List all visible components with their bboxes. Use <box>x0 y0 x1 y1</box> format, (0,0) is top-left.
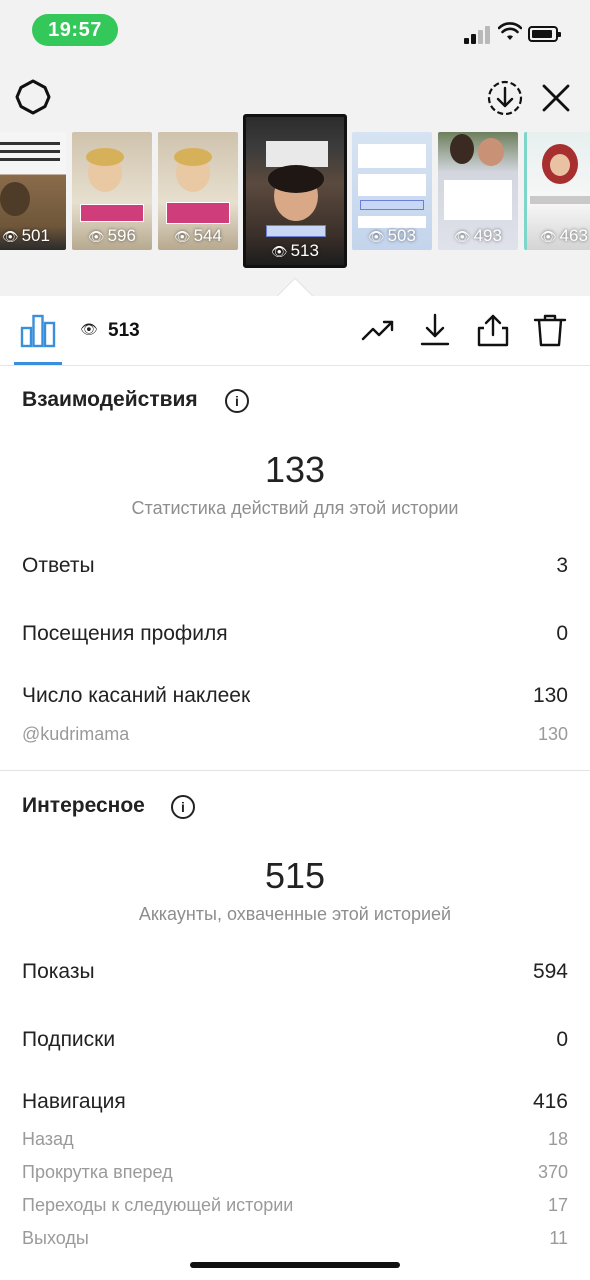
stat-label: @kudrimama <box>22 724 130 744</box>
story-view-count: 513 <box>290 241 319 260</box>
story-thumbnail[interactable]: 👁 501 <box>0 132 66 250</box>
stat-label: Выходы <box>22 1228 89 1248</box>
signal-icon <box>464 24 492 44</box>
stat-value: 11 <box>549 1228 568 1248</box>
stat-value: 594 <box>532 960 568 983</box>
battery-icon <box>528 26 561 42</box>
stat-label: Прокрутка вперед <box>22 1162 173 1182</box>
stat-value: 18 <box>547 1129 568 1149</box>
close-icon[interactable] <box>540 82 572 114</box>
stat-label: Показы <box>22 960 95 983</box>
discovery-total: 515 <box>264 855 326 896</box>
story-view-count: 501 <box>21 226 50 245</box>
story-thumbnail[interactable]: 👁 463 <box>524 132 590 250</box>
trending-icon[interactable] <box>360 312 396 348</box>
story-thumbnail[interactable]: 👁 493 <box>438 132 518 250</box>
story-view-count: 596 <box>107 226 136 245</box>
stat-label: Назад <box>22 1129 74 1149</box>
stat-value: 0 <box>556 622 568 645</box>
discovery-section-title: Интересное <box>22 794 145 817</box>
wifi-icon <box>498 22 522 40</box>
section-divider <box>0 770 590 771</box>
story-view-count: 503 <box>387 226 416 245</box>
stat-value: 370 <box>537 1162 568 1182</box>
interactions-caption: Статистика действий для этой истории <box>131 498 459 518</box>
trash-icon[interactable] <box>532 312 568 348</box>
info-icon[interactable]: i <box>171 795 195 819</box>
stat-label: Ответы <box>22 554 95 577</box>
download-icon[interactable] <box>417 312 453 348</box>
story-view-count: 544 <box>193 226 222 245</box>
home-indicator <box>190 1262 400 1268</box>
story-view-count: 493 <box>473 226 502 245</box>
save-story-icon[interactable] <box>486 79 524 117</box>
settings-gear-icon[interactable] <box>14 78 52 116</box>
stat-label: Посещения профиля <box>22 622 228 645</box>
eye-icon: 👁 <box>80 321 98 337</box>
story-thumbnail-strip: 👁 501 👁 596 👁 544 👁 513 👁 503 👁 493 👁 46… <box>0 114 590 270</box>
story-view-count: 463 <box>559 226 588 245</box>
stat-value: 130 <box>537 724 568 744</box>
stat-value: 3 <box>556 554 568 577</box>
stat-label: Подписки <box>22 1028 116 1051</box>
discovery-caption: Аккаунты, охваченные этой историей <box>138 904 452 924</box>
story-thumbnail-selected[interactable]: 👁 513 <box>243 114 347 268</box>
story-thumbnail[interactable]: 👁 503 <box>352 132 432 250</box>
status-time: 19:57 <box>32 14 118 46</box>
stat-label: Навигация <box>22 1090 126 1113</box>
story-thumbnail[interactable]: 👁 544 <box>158 132 238 250</box>
stat-value: 0 <box>556 1028 568 1051</box>
stat-value: 130 <box>532 684 568 707</box>
interactions-total: 133 <box>264 449 326 490</box>
stat-label: Переходы к следующей истории <box>22 1195 294 1215</box>
stat-value: 17 <box>547 1195 568 1215</box>
interactions-section-title: Взаимодействия <box>22 388 198 411</box>
stat-value: 416 <box>532 1090 568 1113</box>
stat-label: Число касаний наклеек <box>22 684 251 707</box>
status-bar: 19:57 <box>0 0 590 62</box>
active-tab-indicator <box>14 362 62 365</box>
insights-toolbar: 👁 513 <box>0 296 590 366</box>
story-thumbnail[interactable]: 👁 596 <box>72 132 152 250</box>
info-icon[interactable]: i <box>225 389 249 413</box>
bar-chart-icon[interactable] <box>20 314 56 348</box>
story-views-count: 513 <box>108 320 140 341</box>
share-icon[interactable] <box>475 312 511 348</box>
